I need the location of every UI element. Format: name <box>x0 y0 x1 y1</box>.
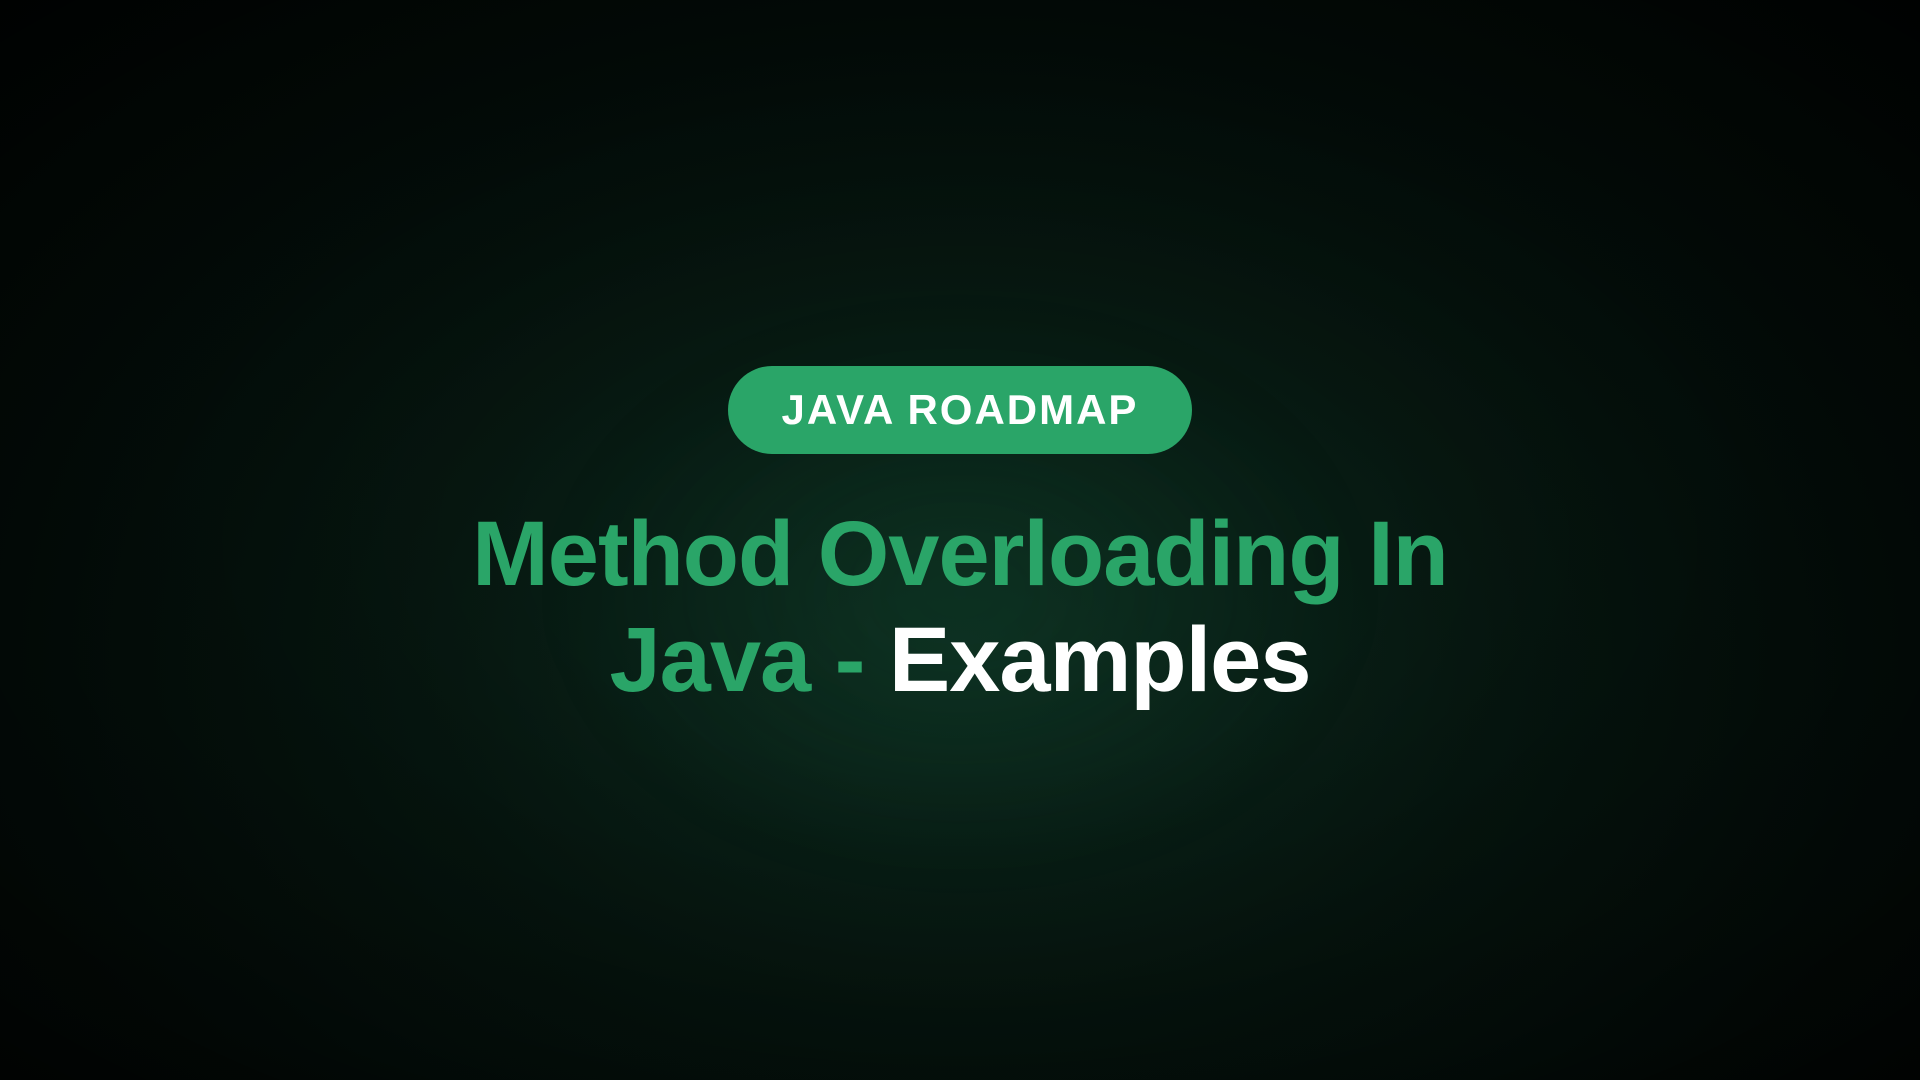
title-line-2-white: Examples <box>889 609 1311 711</box>
title-line-1: Method Overloading In <box>472 503 1448 605</box>
page-title: Method Overloading In Java - Examples <box>472 502 1448 714</box>
badge-label: JAVA ROADMAP <box>782 386 1139 433</box>
hero-content: JAVA ROADMAP Method Overloading In Java … <box>472 366 1448 714</box>
title-line-2-green: Java - <box>609 609 888 711</box>
category-badge: JAVA ROADMAP <box>728 366 1193 454</box>
